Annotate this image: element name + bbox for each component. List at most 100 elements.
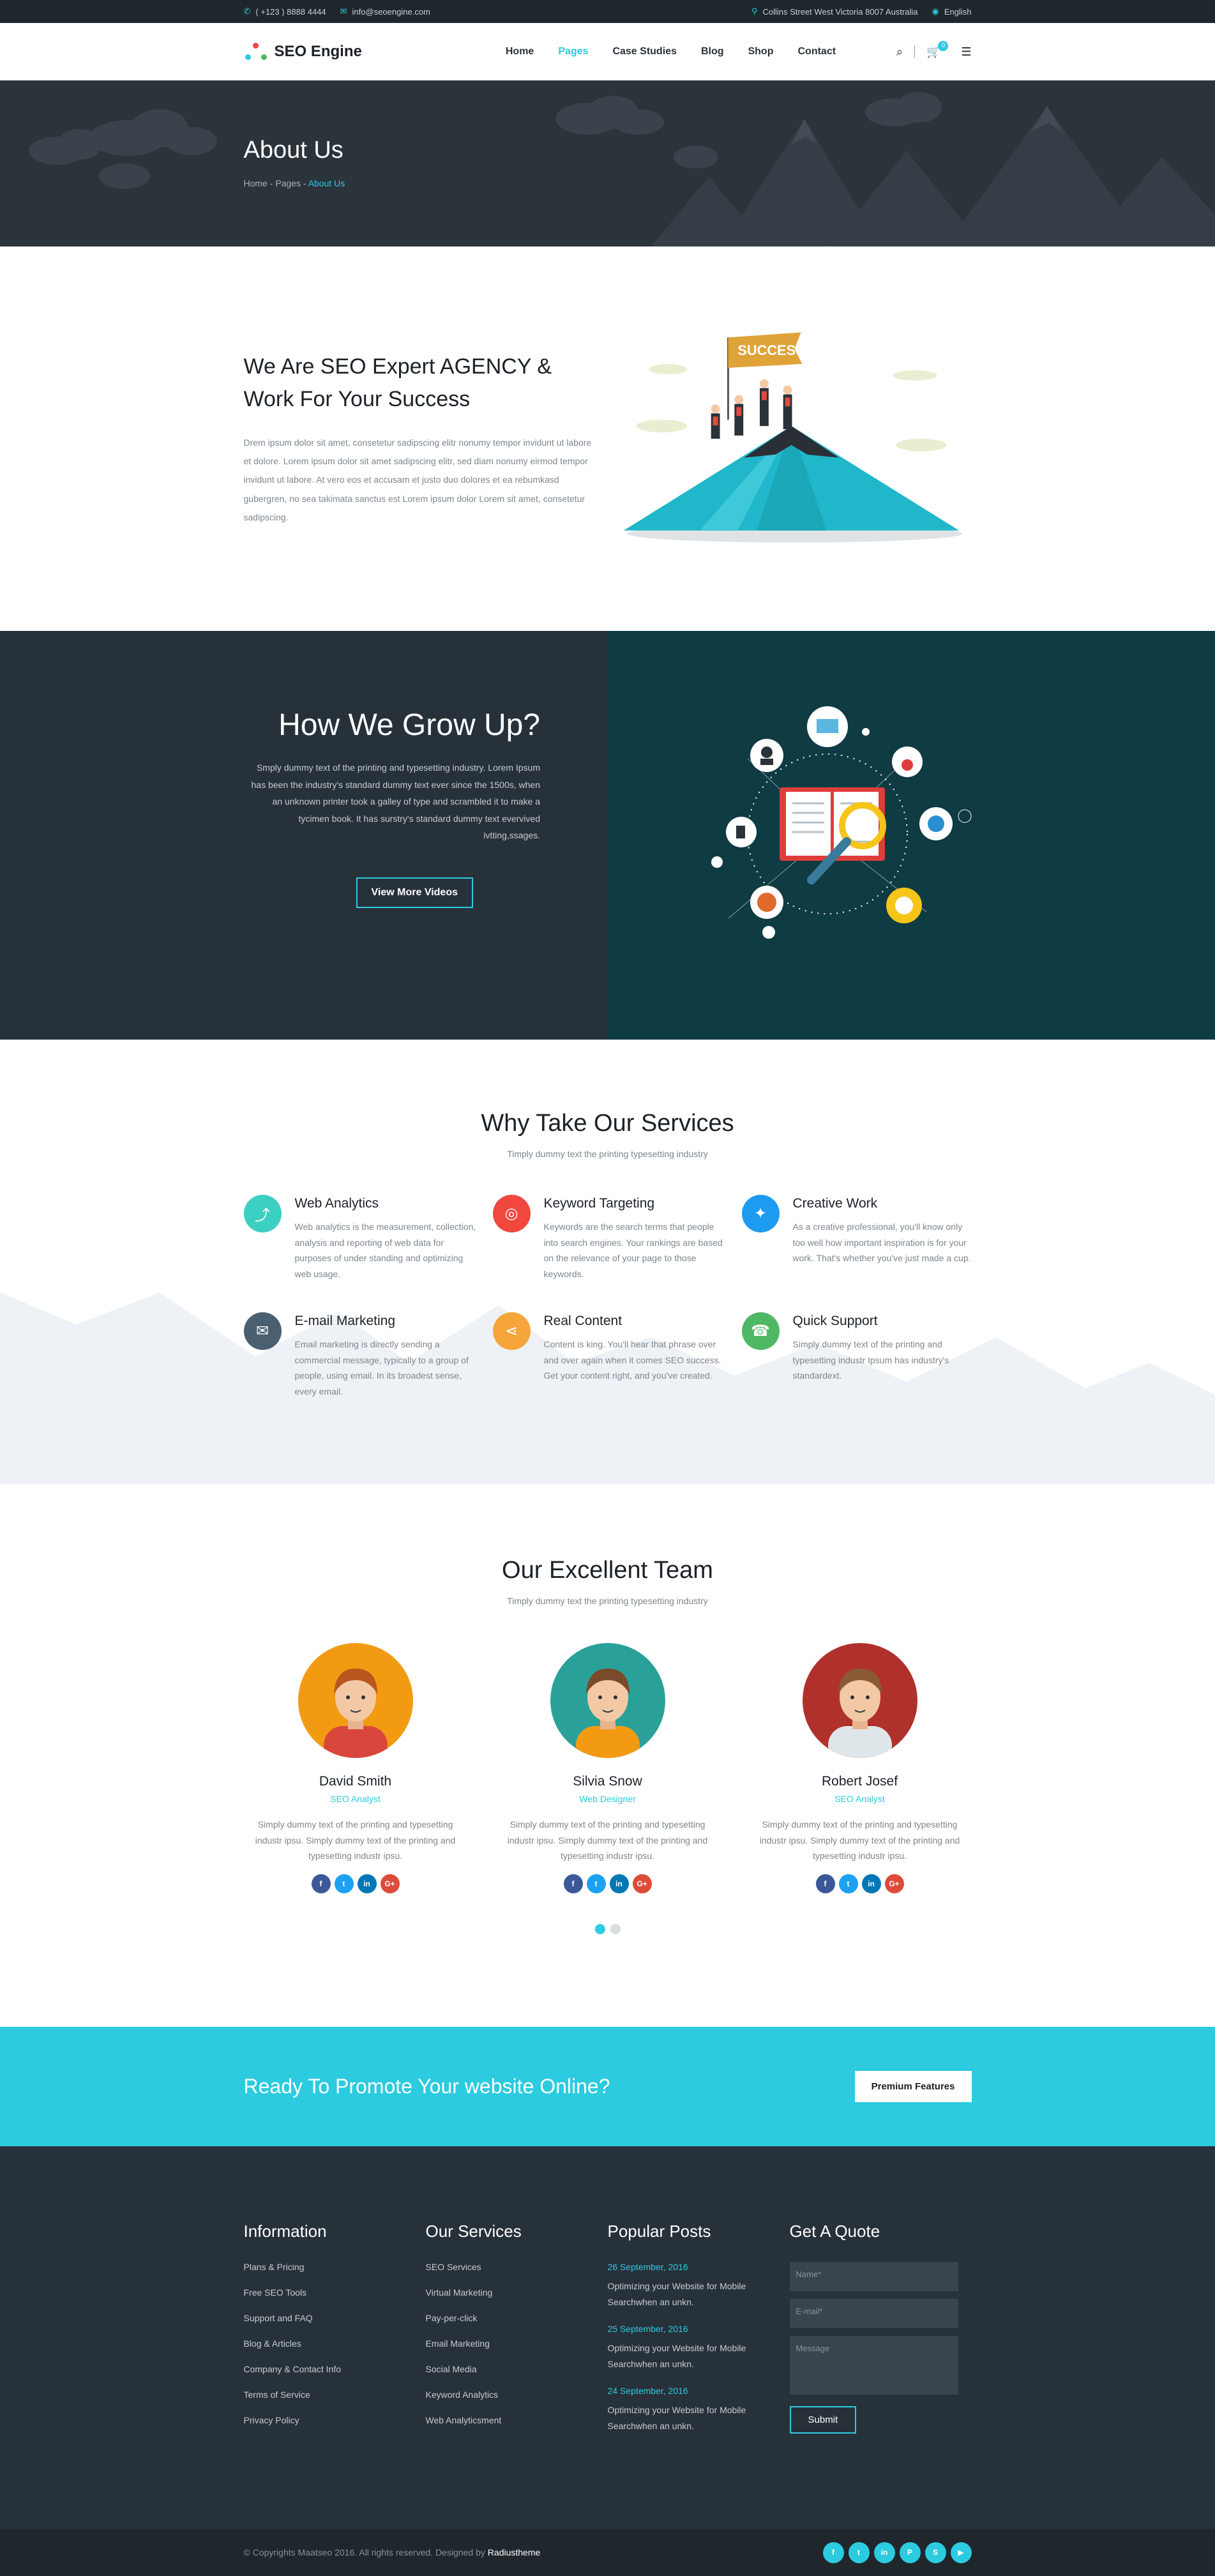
service-text: Content is king. You'll hear that phrase…: [543, 1339, 721, 1381]
member-role: Web Designer: [579, 1794, 636, 1804]
search-icon[interactable]: ⌕: [896, 45, 903, 59]
facebook-icon[interactable]: f: [563, 1874, 583, 1893]
menu-icon[interactable]: ☰: [961, 45, 971, 59]
footer-popular-posts: Popular Posts 26 September, 2016 Optimizi…: [608, 2222, 790, 2448]
footer-quote-form: Get A Quote Name* E-mail* Message Submit: [789, 2222, 972, 2448]
twitter-icon[interactable]: t: [848, 2542, 870, 2563]
footer-link[interactable]: Pay-per-click: [426, 2313, 608, 2323]
linkedin-icon[interactable]: in: [873, 2542, 895, 2563]
service-title: Real Content: [543, 1314, 623, 1328]
topbar-phone[interactable]: ✆ ( +123 ) 8888 4444: [244, 6, 326, 17]
footer-link[interactable]: Company & Contact Info: [244, 2364, 426, 2374]
footer-link[interactable]: Social Media: [426, 2364, 608, 2374]
designer-link[interactable]: Radiustheme: [488, 2547, 541, 2557]
member-bio: Simply dummy text of the printing and ty…: [507, 1819, 708, 1861]
cart-count-badge: 0: [938, 40, 949, 51]
facebook-icon[interactable]: f: [311, 1874, 331, 1893]
message-field[interactable]: Message: [789, 2336, 958, 2395]
name-field[interactable]: Name*: [789, 2262, 958, 2291]
footer-link[interactable]: Free SEO Tools: [244, 2287, 426, 2298]
grow-heading: How We Grow Up?: [278, 708, 540, 742]
footer-link[interactable]: Web Analyticsment: [426, 2415, 608, 2425]
phone-text: ( +123 ) 8888 4444: [255, 6, 326, 17]
google-plus-icon[interactable]: G+: [380, 1874, 400, 1893]
youtube-icon[interactable]: ▶: [950, 2542, 972, 2563]
service-title: Keyword Targeting: [543, 1196, 655, 1211]
carousel-dot-active[interactable]: [594, 1923, 605, 1934]
post-title[interactable]: Optimizing your Website for Mobile Searc…: [608, 2278, 767, 2310]
site-logo[interactable]: SEO Engine: [244, 42, 362, 62]
nav-contact[interactable]: Contact: [797, 46, 836, 57]
popular-post[interactable]: 24 September, 2016 Optimizing your Websit…: [608, 2386, 790, 2434]
flag-text: SUCCESS: [737, 342, 804, 358]
post-date: 24 September, 2016: [607, 2386, 688, 2396]
pinterest-icon[interactable]: P: [899, 2542, 921, 2563]
nav-home[interactable]: Home: [506, 46, 534, 57]
footer-link[interactable]: Plans & Pricing: [244, 2262, 426, 2272]
analytics-icon: ⤴: [243, 1195, 282, 1232]
twitter-icon[interactable]: t: [586, 1874, 606, 1893]
service-body: Quick Support Simply dummy text of the pr…: [793, 1312, 975, 1399]
service-body: Creative Work As a creative professional,…: [793, 1195, 975, 1282]
footer-link[interactable]: Email Marketing: [426, 2338, 608, 2349]
bottom-bar: © Copyrights Maatseo 2016. All rights re…: [0, 2529, 1215, 2576]
crumb-home[interactable]: Home: [244, 178, 268, 188]
member-bio: Simply dummy text of the printing and ty…: [255, 1819, 456, 1861]
grow-section: How We Grow Up? Smply dummy text of the …: [0, 631, 1215, 1040]
linkedin-icon[interactable]: in: [609, 1874, 629, 1893]
facebook-icon[interactable]: f: [822, 2542, 844, 2563]
nav-case-studies[interactable]: Case Studies: [612, 46, 676, 57]
nav-blog[interactable]: Blog: [701, 46, 724, 57]
linkedin-icon[interactable]: in: [357, 1874, 377, 1893]
footer-link[interactable]: Keyword Analytics: [426, 2390, 608, 2400]
linkedin-icon[interactable]: in: [861, 1874, 881, 1893]
footer-link[interactable]: Blog & Articles: [244, 2338, 426, 2349]
skype-icon[interactable]: S: [924, 2542, 946, 2563]
google-plus-icon[interactable]: G+: [632, 1874, 652, 1893]
nav-pages[interactable]: Pages: [558, 46, 588, 57]
member-social-links: f t in G+: [496, 1874, 720, 1893]
crumb-pages[interactable]: Pages: [275, 178, 301, 188]
view-videos-button[interactable]: View More Videos: [356, 877, 473, 908]
footer-link[interactable]: Terms of Service: [244, 2390, 426, 2400]
footer-link[interactable]: Privacy Policy: [244, 2415, 426, 2425]
logo-icon: [244, 42, 268, 62]
submit-button[interactable]: Submit: [789, 2406, 857, 2434]
post-title[interactable]: Optimizing your Website for Mobile Searc…: [608, 2340, 767, 2372]
service-text: Keywords are the search terms that peopl…: [543, 1222, 723, 1279]
map-pin-icon: ⚲: [751, 6, 758, 16]
team-subtitle: Timply dummy text the printing typesetti…: [507, 1596, 708, 1606]
popular-post[interactable]: 25 September, 2016 Optimizing your Websit…: [608, 2324, 790, 2372]
carousel-dot[interactable]: [610, 1923, 621, 1934]
service-card: ⤴ Web Analytics Web analytics is the measu…: [243, 1195, 493, 1282]
cta-banner: Ready To Promote Your website Online? Pr…: [0, 2027, 1215, 2146]
nav-shop[interactable]: Shop: [748, 46, 773, 57]
google-plus-icon[interactable]: G+: [884, 1874, 904, 1893]
facebook-icon[interactable]: f: [815, 1874, 835, 1893]
services-grid: ⤴ Web Analytics Web analytics is the measu…: [243, 1195, 975, 1399]
twitter-icon[interactable]: t: [838, 1874, 858, 1893]
team-member-card: David Smith SEO Analyst Simply dummy text …: [244, 1643, 467, 1893]
post-title[interactable]: Optimizing your Website for Mobile Searc…: [608, 2402, 767, 2434]
premium-features-button[interactable]: Premium Features: [854, 2071, 972, 2102]
member-bio: Simply dummy text of the printing and ty…: [759, 1819, 960, 1861]
service-text: Email marketing is directly sending a co…: [294, 1339, 469, 1397]
headset-icon: ☎: [741, 1312, 780, 1350]
language-selector[interactable]: ◉ English: [932, 6, 972, 17]
footer-link[interactable]: Virtual Marketing: [426, 2287, 608, 2298]
service-title: Web Analytics: [294, 1196, 379, 1211]
popular-post[interactable]: 26 September, 2016 Optimizing your Websit…: [608, 2262, 790, 2310]
footer-link[interactable]: SEO Services: [426, 2262, 608, 2272]
carousel-pagination: [244, 1923, 972, 1934]
twitter-icon[interactable]: t: [334, 1874, 354, 1893]
email-field[interactable]: E-mail*: [789, 2299, 958, 2328]
footer-link[interactable]: Support and FAQ: [244, 2313, 426, 2323]
phone-icon: ✆: [243, 6, 251, 16]
topbar-email[interactable]: ✉ info@seoengine.com: [340, 6, 430, 17]
footer-posts-title: Popular Posts: [607, 2222, 711, 2241]
services-title: Why Take Our Services: [481, 1110, 734, 1137]
cart-icon[interactable]: 🛒 0: [926, 40, 949, 59]
avatar: [298, 1643, 413, 1758]
member-social-links: f t in G+: [244, 1874, 467, 1893]
knowledge-cycle-illustration: [711, 706, 972, 939]
